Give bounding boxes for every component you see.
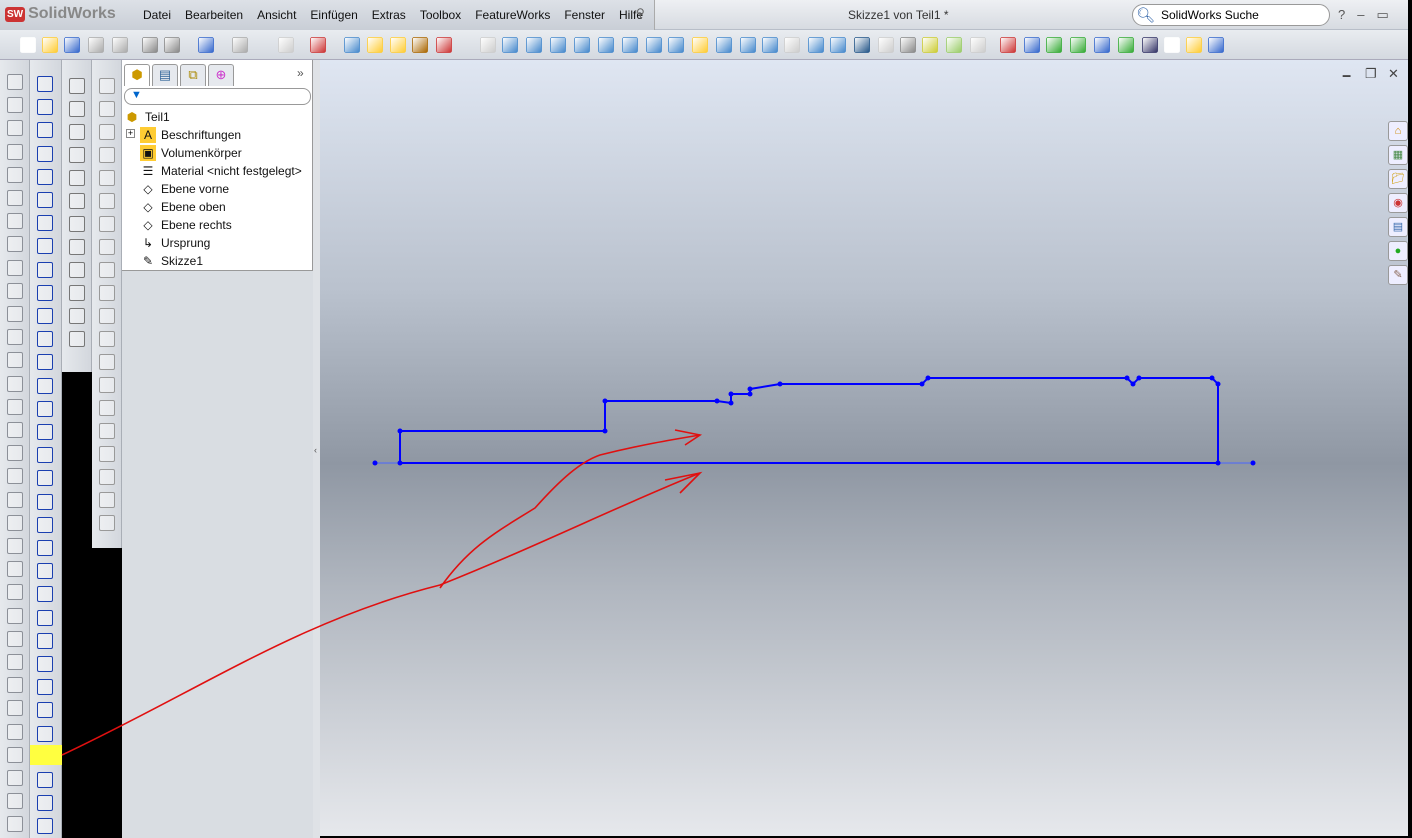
sketch-point[interactable]	[1136, 375, 1142, 381]
sketch-point[interactable]	[919, 381, 925, 387]
sketch-point[interactable]	[777, 381, 783, 387]
sketch-point[interactable]	[602, 428, 608, 434]
sketch-point[interactable]	[728, 400, 734, 406]
sketch-point[interactable]	[714, 398, 720, 404]
sketch-point[interactable]	[925, 375, 931, 381]
sketch-profile[interactable]	[399, 377, 1219, 464]
sketch-point[interactable]	[747, 386, 753, 392]
sketch-overlay	[61, 375, 1256, 756]
sketch-point[interactable]	[602, 398, 608, 404]
sketch-point[interactable]	[747, 391, 753, 397]
sketch-point[interactable]	[372, 460, 378, 466]
sketch-point[interactable]	[397, 428, 403, 434]
red-annotation-arrows	[61, 429, 703, 756]
arrow-to-centerline	[61, 472, 701, 756]
sketch-points	[372, 375, 1256, 466]
sketch-point[interactable]	[1209, 375, 1215, 381]
sketch-point[interactable]	[397, 460, 403, 466]
arrow-to-profile	[439, 434, 701, 589]
sketch-point[interactable]	[1130, 381, 1136, 387]
sketch-point[interactable]	[1124, 375, 1130, 381]
sketch-point[interactable]	[1215, 460, 1221, 466]
sketch-point[interactable]	[728, 391, 734, 397]
sketch-point[interactable]	[1250, 460, 1256, 466]
arrowhead-centerline	[664, 471, 703, 494]
sketch-point[interactable]	[1215, 381, 1221, 387]
